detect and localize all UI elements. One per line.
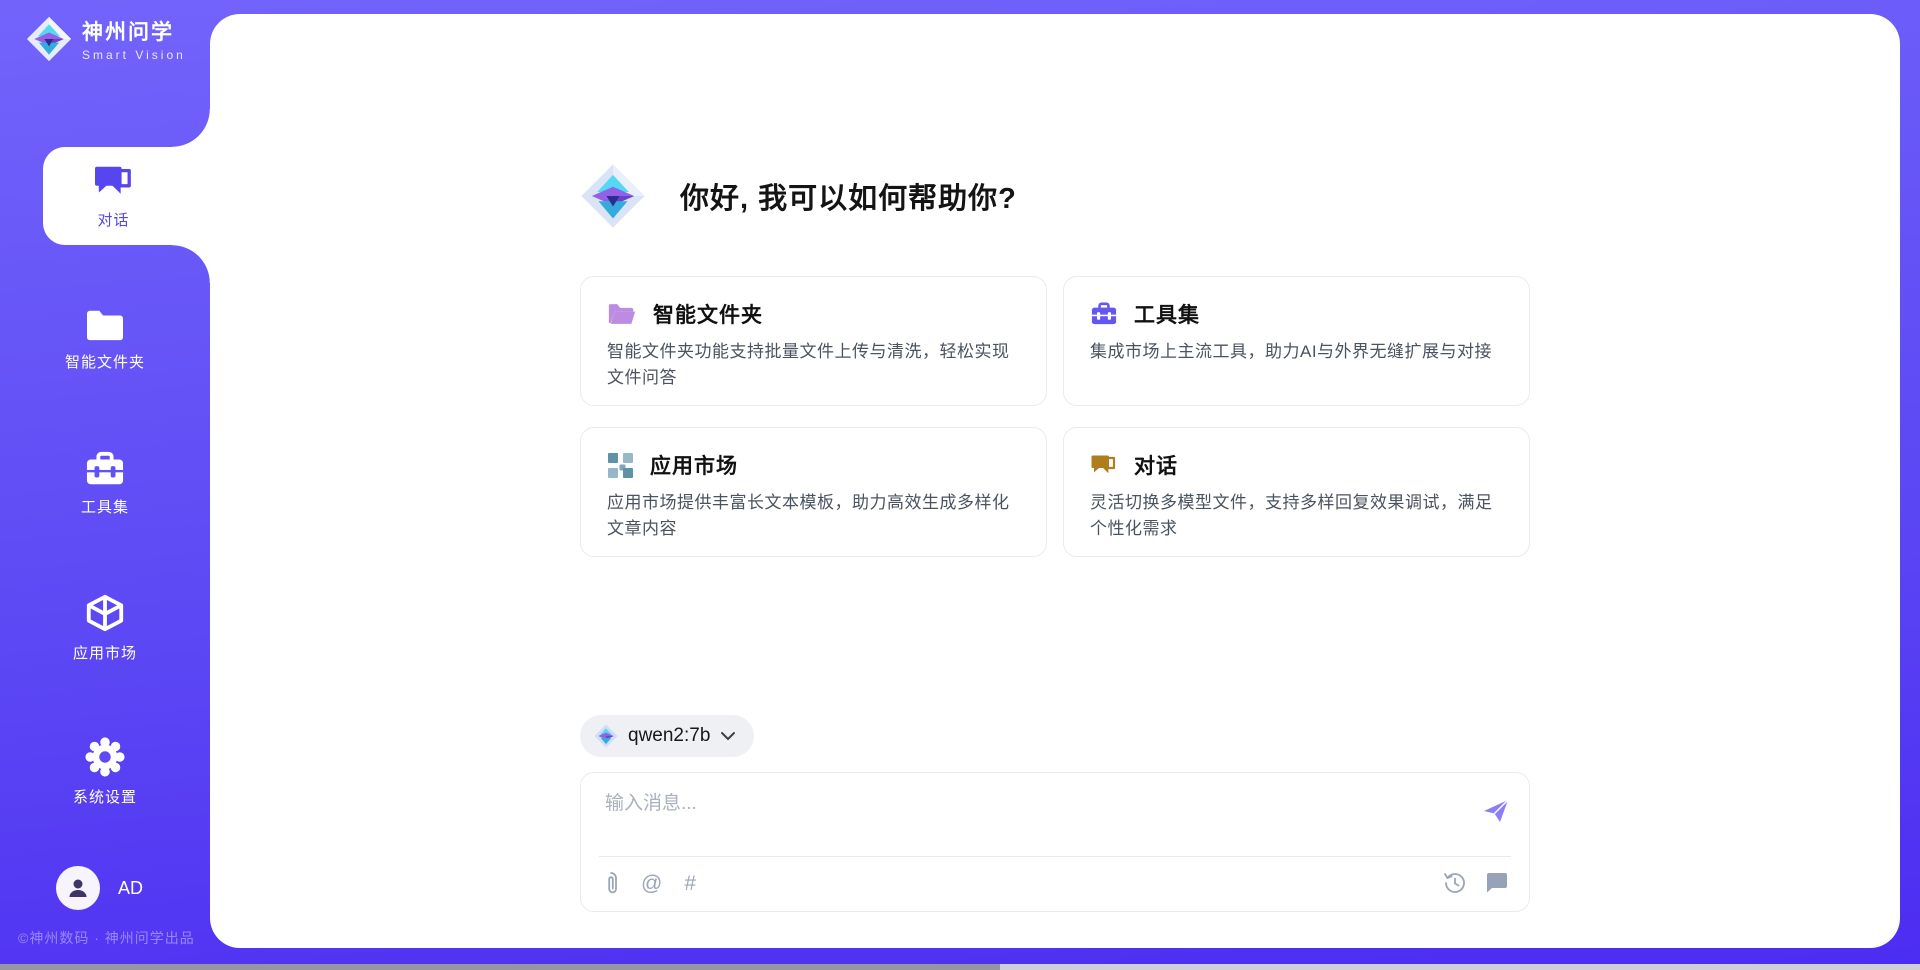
sidebar-item-label: 系统设置 (73, 786, 137, 807)
card-description: 灵活切换多模型文件，支持多样回复效果调试，满足个性化需求 (1090, 490, 1503, 543)
sidebar-item-label: 智能文件夹 (65, 351, 145, 372)
send-icon[interactable] (1481, 797, 1511, 825)
model-selector[interactable]: qwen2:7b (580, 715, 754, 757)
user-profile[interactable]: AD (56, 866, 143, 910)
card-title: 对话 (1134, 450, 1178, 480)
sidebar-item-chat[interactable]: 对话 (43, 147, 210, 245)
sidebar-item-label: 应用市场 (73, 642, 137, 663)
brand-logo: 神州问学 Smart Vision (26, 16, 186, 62)
sidebar-item-settings[interactable]: 系统设置 (0, 722, 210, 820)
cube-icon (84, 592, 126, 634)
sidebar-item-label: 工具集 (81, 496, 129, 517)
card-chat[interactable]: 对话 灵活切换多模型文件，支持多样回复效果调试，满足个性化需求 (1063, 427, 1530, 557)
brand-name: 神州问学 (82, 16, 186, 46)
folder-icon (84, 307, 126, 343)
divider (599, 856, 1511, 857)
brand-subtitle: Smart Vision (82, 48, 186, 62)
sidebar: 神州问学 Smart Vision 对话 智能文件夹 (0, 0, 210, 970)
card-app-market[interactable]: 应用市场 应用市场提供丰富长文本模板，助力高效生成多样化文章内容 (580, 427, 1047, 557)
folder-open-icon (607, 301, 637, 327)
chat-icon (1090, 453, 1118, 478)
model-name: qwen2:7b (628, 725, 710, 747)
paperclip-icon[interactable] (603, 871, 619, 895)
brand-diamond-icon (26, 16, 72, 62)
card-description: 集成市场上主流工具，助力AI与外界无缝扩展与对接 (1090, 339, 1503, 365)
chat-icon (93, 163, 135, 201)
main-panel: 你好, 我可以如何帮助你? 智能文件夹 智能文件夹功能支持批量文件上传与清洗，轻… (210, 14, 1900, 948)
avatar (56, 866, 100, 910)
at-icon[interactable]: @ (641, 873, 662, 894)
feature-cards: 智能文件夹 智能文件夹功能支持批量文件上传与清洗，轻松实现文件问答 工具集 集成… (580, 276, 1530, 557)
card-title: 智能文件夹 (653, 299, 763, 329)
card-title: 应用市场 (650, 450, 738, 480)
greeting-title: 你好, 我可以如何帮助你? (680, 175, 1017, 217)
sidebar-item-label: 对话 (97, 209, 129, 230)
card-description: 应用市场提供丰富长文本模板，助力高效生成多样化文章内容 (607, 490, 1020, 543)
composer: qwen2:7b (580, 715, 1530, 912)
message-icon[interactable] (1485, 872, 1509, 894)
message-input-box[interactable]: @ # (580, 772, 1530, 912)
horizontal-scrollbar[interactable] (0, 964, 1920, 970)
grid-icon (607, 452, 634, 479)
sidebar-item-app-market[interactable]: 应用市场 (0, 578, 210, 676)
gear-icon (84, 736, 126, 778)
message-input[interactable] (605, 793, 1465, 815)
copyright-text: ©神州数码 · 神州问学出品 (18, 928, 195, 948)
sidebar-item-smart-folder[interactable]: 智能文件夹 (0, 290, 210, 388)
brand-diamond-icon (580, 163, 646, 229)
greeting-block: 你好, 我可以如何帮助你? (580, 163, 1530, 229)
scrollbar-thumb[interactable] (0, 964, 1000, 970)
user-name: AD (118, 878, 143, 899)
toolbox-icon (84, 450, 126, 488)
card-description: 智能文件夹功能支持批量文件上传与清洗，轻松实现文件问答 (607, 339, 1020, 392)
card-smart-folder[interactable]: 智能文件夹 智能文件夹功能支持批量文件上传与清洗，轻松实现文件问答 (580, 276, 1047, 406)
card-toolset[interactable]: 工具集 集成市场上主流工具，助力AI与外界无缝扩展与对接 (1063, 276, 1530, 406)
history-icon[interactable] (1443, 871, 1467, 895)
card-title: 工具集 (1134, 299, 1200, 329)
sidebar-item-toolset[interactable]: 工具集 (0, 434, 210, 532)
hash-icon[interactable]: # (684, 873, 696, 894)
toolbox-icon (1090, 301, 1118, 327)
chevron-down-icon (720, 731, 736, 741)
brand-diamond-icon (594, 724, 618, 748)
